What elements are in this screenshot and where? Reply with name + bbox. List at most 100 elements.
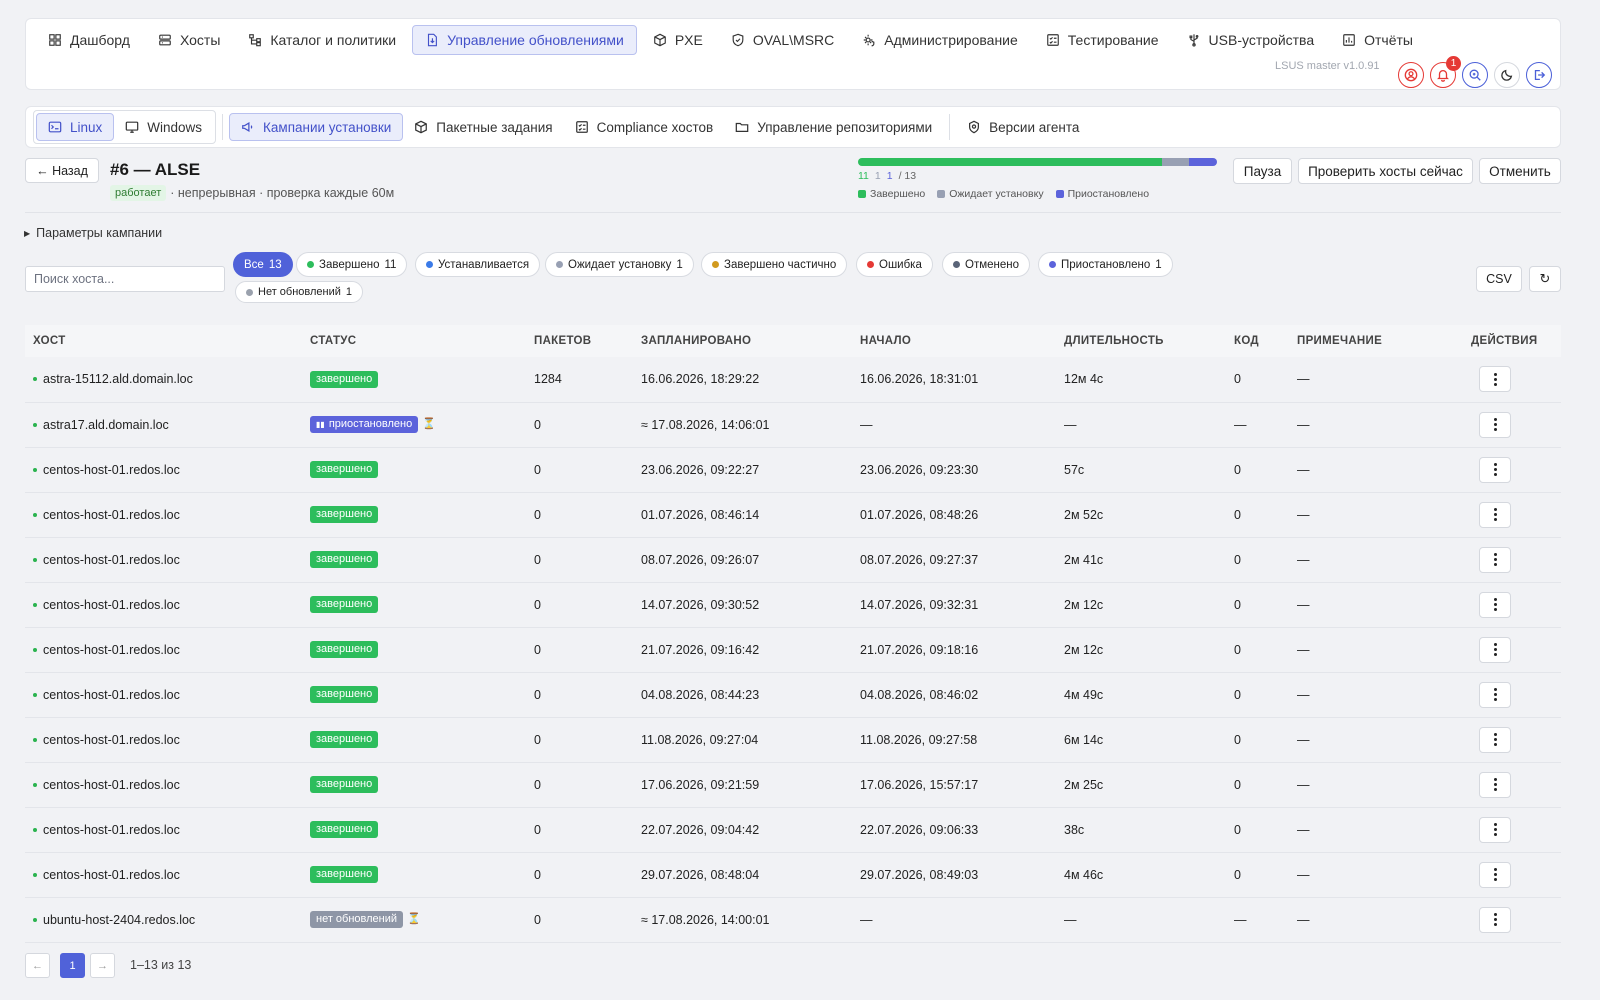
table-row[interactable]: centos-host-01.redos.loc завершено 0 17.06.… xyxy=(25,762,1561,808)
row-actions-button[interactable] xyxy=(1479,816,1511,843)
campaign-params-toggle[interactable]: ▶ Параметры кампании xyxy=(24,226,162,240)
row-actions-button[interactable] xyxy=(1479,456,1511,483)
subnav-agent-versions[interactable]: Версии агента xyxy=(956,113,1090,141)
cell-host[interactable]: centos-host-01.redos.loc xyxy=(25,762,302,808)
col-duration[interactable]: ДЛИТЕЛЬНОСТЬ xyxy=(1056,325,1226,357)
subnav-repositories[interactable]: Управление репозиториями xyxy=(724,113,943,141)
subnav-campaigns[interactable]: Кампании установки xyxy=(229,113,404,141)
cell-host[interactable]: centos-host-01.redos.loc xyxy=(25,447,302,493)
status-badge: завершено xyxy=(310,370,379,388)
page-1-button[interactable]: 1 xyxy=(60,953,85,978)
filter-chip-7[interactable]: Приостановлено 1 xyxy=(1038,252,1173,277)
col-scheduled[interactable]: ЗАПЛАНИРОВАНО xyxy=(633,325,852,357)
subnav-batch-jobs[interactable]: Пакетные задания xyxy=(403,113,563,141)
global-search-button[interactable] xyxy=(1462,62,1488,88)
row-actions-button[interactable] xyxy=(1479,501,1511,528)
col-start[interactable]: НАЧАЛО xyxy=(852,325,1056,357)
col-packages[interactable]: ПАКЕТОВ xyxy=(526,325,633,357)
cell-host[interactable]: centos-host-01.redos.loc xyxy=(25,852,302,898)
export-csv-button[interactable]: CSV xyxy=(1476,266,1522,292)
nav-item-8[interactable]: USB-устройства xyxy=(1175,25,1327,55)
table-row[interactable]: centos-host-01.redos.loc завершено 0 08.07.… xyxy=(25,537,1561,583)
status-dot-icon xyxy=(712,261,719,268)
tree-icon xyxy=(248,33,262,47)
nav-item-6[interactable]: Администрирование xyxy=(850,25,1030,55)
table-row[interactable]: astra-15112.ald.domain.loc завершено 1284 1… xyxy=(25,357,1561,403)
os-tab-linux[interactable]: Linux xyxy=(36,113,115,141)
divider xyxy=(222,114,224,140)
report-icon xyxy=(1342,33,1356,47)
nav-item-9[interactable]: Отчёты xyxy=(1330,25,1425,55)
row-actions-button[interactable] xyxy=(1479,861,1511,888)
table-row[interactable]: centos-host-01.redos.loc завершено 0 22.07.… xyxy=(25,807,1561,853)
row-actions-button[interactable] xyxy=(1479,726,1511,753)
filter-chip-3[interactable]: Ожидает установку 1 xyxy=(545,252,694,277)
table-row[interactable]: centos-host-01.redos.loc завершено 0 04.08.… xyxy=(25,672,1561,718)
online-dot-icon xyxy=(33,467,37,472)
profile-button[interactable] xyxy=(1398,62,1424,88)
host-name: astra17.ald.domain.loc xyxy=(43,417,169,432)
logout-button[interactable] xyxy=(1526,62,1552,88)
table-row[interactable]: centos-host-01.redos.loc завершено 0 21.07.… xyxy=(25,627,1561,673)
row-actions-button[interactable] xyxy=(1479,771,1511,798)
server-icon xyxy=(158,33,172,47)
table-row[interactable]: centos-host-01.redos.loc завершено 0 14.07.… xyxy=(25,582,1561,628)
table-row[interactable]: ubuntu-host-2404.redos.loc нет обновлений… xyxy=(25,897,1561,943)
subnav-compliance[interactable]: Compliance хостов xyxy=(564,113,725,141)
cell-host[interactable]: centos-host-01.redos.loc xyxy=(25,492,302,538)
pause-button[interactable]: Пауза xyxy=(1233,158,1292,184)
row-actions-button[interactable] xyxy=(1479,546,1511,573)
nav-item-7[interactable]: Тестирование xyxy=(1034,25,1171,55)
row-actions-button[interactable] xyxy=(1479,906,1511,933)
notifications-button[interactable]: 1 xyxy=(1430,56,1461,88)
host-search-input[interactable] xyxy=(25,266,225,292)
table-row[interactable]: centos-host-01.redos.loc завершено 0 11.08.… xyxy=(25,717,1561,763)
table-row[interactable]: centos-host-01.redos.loc завершено 0 29.07.… xyxy=(25,852,1561,898)
table-row[interactable]: astra17.ald.domain.loc ▮▮ приостановлено ⏳ 0… xyxy=(25,402,1561,448)
prev-page-button[interactable]: ← xyxy=(25,953,50,978)
filter-chip-1[interactable]: Завершено 11 xyxy=(296,252,408,277)
os-tab-windows[interactable]: Windows xyxy=(114,113,213,141)
next-page-button[interactable]: → xyxy=(90,953,115,978)
back-button[interactable]: ← Назад xyxy=(25,158,99,183)
nav-item-3[interactable]: Управление обновлениями xyxy=(412,25,637,55)
cell-host[interactable]: centos-host-01.redos.loc xyxy=(25,807,302,853)
col-host[interactable]: ХОСТ xyxy=(25,325,302,357)
filter-chip-8[interactable]: Нет обновлений 1 xyxy=(235,281,364,303)
check-hosts-now-button[interactable]: Проверить хосты сейчас xyxy=(1298,158,1473,184)
cell-host[interactable]: centos-host-01.redos.loc xyxy=(25,672,302,718)
refresh-button[interactable]: ↻ xyxy=(1529,266,1561,292)
cell-host[interactable]: astra-15112.ald.domain.loc xyxy=(25,357,302,403)
nav-item-2[interactable]: Каталог и политики xyxy=(236,25,408,55)
chip-label: Отменено xyxy=(965,258,1020,271)
table-row[interactable]: centos-host-01.redos.loc завершено 0 23.06.… xyxy=(25,447,1561,493)
filter-chip-4[interactable]: Завершено частично xyxy=(701,252,848,277)
kebab-menu-icon xyxy=(1493,423,1497,426)
nav-item-1[interactable]: Хосты xyxy=(146,25,232,55)
nav-item-5[interactable]: OVAL\MSRC xyxy=(719,25,846,55)
col-status[interactable]: СТАТУС xyxy=(302,325,526,357)
filter-chip-2[interactable]: Устанавливается xyxy=(415,252,541,277)
cell-host[interactable]: centos-host-01.redos.loc xyxy=(25,582,302,628)
cell-host[interactable]: astra17.ald.domain.loc xyxy=(25,402,302,448)
col-code[interactable]: КОД xyxy=(1226,325,1289,357)
filter-chip-0[interactable]: Все 13 xyxy=(233,252,293,277)
row-actions-button[interactable] xyxy=(1479,591,1511,618)
chip-label: Завершено частично xyxy=(724,258,837,271)
pause-icon: ▮▮ xyxy=(316,420,325,429)
cancel-campaign-button[interactable]: Отменить xyxy=(1479,158,1561,184)
nav-item-0[interactable]: Дашборд xyxy=(36,25,142,55)
filter-chip-6[interactable]: Отменено xyxy=(942,252,1031,277)
row-actions-button[interactable] xyxy=(1479,681,1511,708)
cell-host[interactable]: centos-host-01.redos.loc xyxy=(25,627,302,673)
cell-host[interactable]: centos-host-01.redos.loc xyxy=(25,717,302,763)
row-actions-button[interactable] xyxy=(1479,636,1511,663)
row-actions-button[interactable] xyxy=(1479,411,1511,438)
row-actions-button[interactable] xyxy=(1479,366,1511,393)
filter-chip-5[interactable]: Ошибка xyxy=(856,252,933,277)
theme-toggle-button[interactable] xyxy=(1494,62,1520,88)
nav-item-4[interactable]: PXE xyxy=(641,25,715,55)
cell-host[interactable]: centos-host-01.redos.loc xyxy=(25,537,302,583)
cell-host[interactable]: ubuntu-host-2404.redos.loc xyxy=(25,897,302,943)
table-row[interactable]: centos-host-01.redos.loc завершено 0 01.07.… xyxy=(25,492,1561,538)
